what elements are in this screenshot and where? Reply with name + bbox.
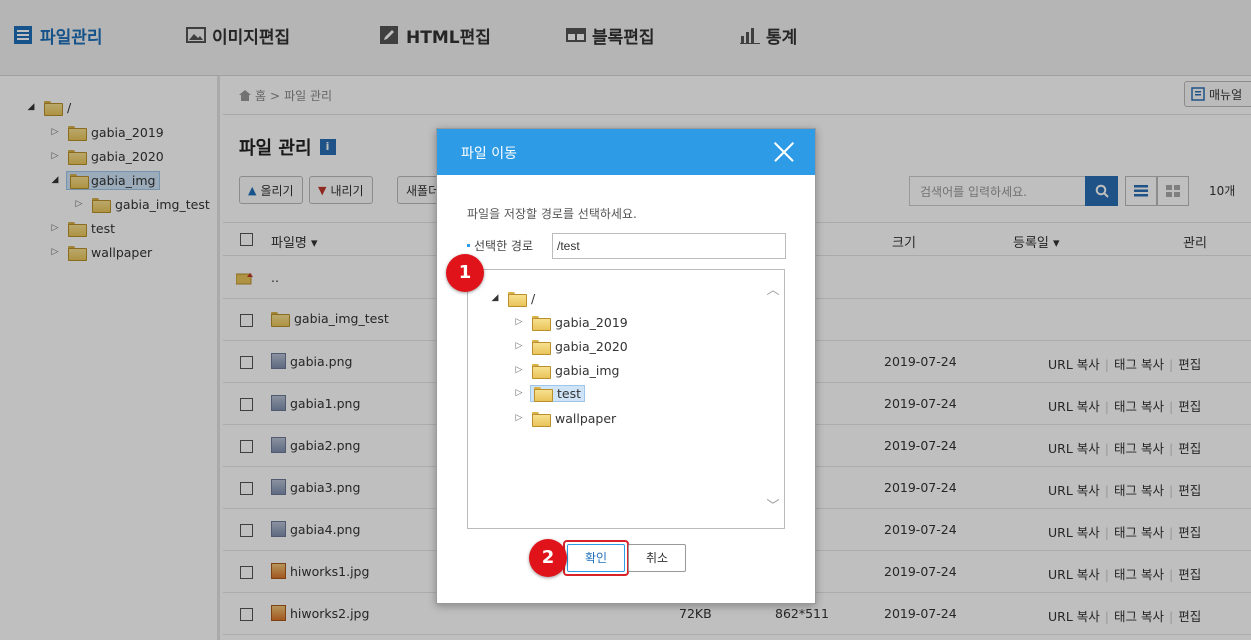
tree-label-selected: test — [530, 384, 586, 402]
tree-label: gabia_2019 — [555, 314, 628, 330]
folder-icon — [532, 315, 551, 331]
tree-label: wallpaper — [555, 410, 617, 426]
folder-icon — [532, 411, 551, 427]
dialog-tree-item-gabia-2019[interactable]: ▷ gabia_2019 — [514, 312, 628, 332]
folder-icon — [534, 386, 553, 402]
path-label-text: 선택한 경로 — [474, 239, 534, 253]
collapsed-icon[interactable]: ▷ — [514, 388, 524, 398]
step-marker-1: 1 — [446, 254, 484, 292]
folder-tree-box[interactable]: ◢ / ▷ gabia_2019 ▷ gabia_2020 ▷ gabia_im… — [467, 269, 785, 529]
dialog-tree-root[interactable]: ◢ / — [490, 288, 535, 308]
dialog-title: 파일 이동 — [461, 146, 517, 162]
dialog-tree-item-gabia-img[interactable]: ▷ gabia_img — [514, 360, 620, 380]
expanded-icon[interactable]: ◢ — [490, 293, 500, 303]
dialog-header: 파일 이동 — [437, 129, 815, 175]
tree-label: gabia_2020 — [555, 338, 628, 354]
selected-path-field[interactable] — [552, 233, 786, 259]
dialog-tree-item-gabia-2020[interactable]: ▷ gabia_2020 — [514, 336, 628, 356]
collapsed-icon[interactable]: ▷ — [514, 341, 524, 351]
bullet-icon — [467, 244, 470, 247]
folder-icon — [508, 291, 527, 307]
collapsed-icon[interactable]: ▷ — [514, 317, 524, 327]
tree-label: test — [557, 385, 582, 401]
tree-label: gabia_img — [555, 362, 620, 378]
scroll-up-icon[interactable]: ︿ — [766, 284, 780, 297]
scroll-down-icon[interactable]: ﹀ — [766, 500, 780, 513]
step-marker-2: 2 — [529, 539, 567, 577]
path-label: 선택한 경로 — [467, 237, 533, 254]
folder-icon — [532, 339, 551, 355]
collapsed-icon[interactable]: ▷ — [514, 413, 524, 423]
collapsed-icon[interactable]: ▷ — [514, 365, 524, 375]
dialog-tree-item-wallpaper[interactable]: ▷ wallpaper — [514, 408, 616, 428]
folder-icon — [532, 363, 551, 379]
cancel-button[interactable]: 취소 — [628, 544, 686, 572]
tree-label: / — [531, 290, 536, 306]
dialog-tree-item-test[interactable]: ▷ test — [514, 383, 586, 403]
move-file-dialog: 파일 이동 파일을 저장할 경로를 선택하세요. 선택한 경로 ◢ / ▷ ga… — [436, 128, 816, 604]
dialog-description: 파일을 저장할 경로를 선택하세요. — [467, 207, 637, 221]
close-icon[interactable] — [773, 141, 795, 163]
confirm-button[interactable]: 확인 — [567, 544, 625, 572]
